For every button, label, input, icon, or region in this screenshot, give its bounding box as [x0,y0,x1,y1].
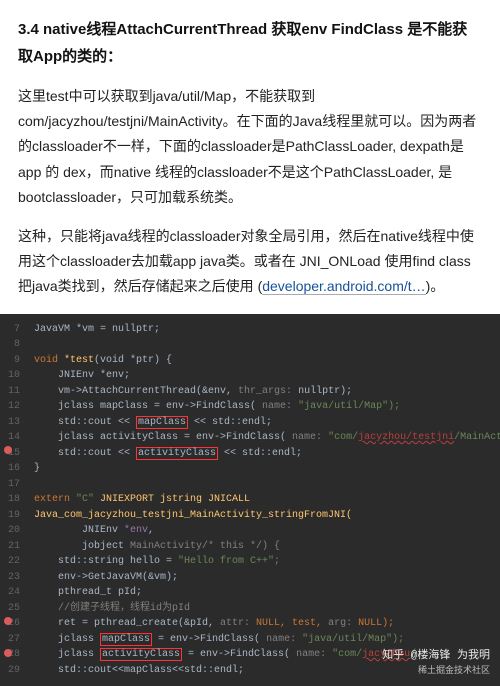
line-number: 27 [0,632,26,648]
line-number: 14 [0,430,26,446]
line-number: 11 [0,384,26,400]
line-number: 12 [0,399,26,415]
highlight-mapclass-2: mapClass [100,633,152,646]
code-source: JavaVM *vm = nullptr; void *test(void *p… [0,314,500,686]
breakpoint-icon[interactable] [4,617,12,625]
line-number: 21 [0,539,26,555]
highlight-mapclass: mapClass [136,416,188,429]
watermark: 知乎 @楼海锋 为我明稀土掘金技术社区 [382,649,490,678]
section-heading: 3.4 native线程AttachCurrentThread 获取env Fi… [18,16,482,70]
line-number: 7 [0,322,26,338]
line-number: 10 [0,368,26,384]
line-number: 29 [0,663,26,679]
line-number: 25 [0,601,26,617]
line-number: 9 [0,353,26,369]
line-number: 16 [0,461,26,477]
line-number: 20 [0,523,26,539]
line-number: 24 [0,585,26,601]
line-number: 13 [0,415,26,431]
paragraph-1: 这里test中可以获取到java/util/Map，不能获取到com/jacyz… [18,84,482,210]
line-number: 22 [0,554,26,570]
breakpoint-icon[interactable] [4,649,12,657]
line-number: 8 [0,337,26,353]
gutter: 7891011121314151617181920212223242526272… [0,322,26,679]
doc-link[interactable]: developer.android.com/t… [262,278,425,295]
line-number: 19 [0,508,26,524]
code-block: 7891011121314151617181920212223242526272… [0,314,500,686]
line-number: 23 [0,570,26,586]
line-number: 17 [0,477,26,493]
highlight-activityclass-2: activityClass [100,648,182,661]
highlight-activityclass: activityClass [136,447,218,460]
line-number: 18 [0,492,26,508]
paragraph-2: 这种，只能将java线程的classloader对象全局引用，然后在native… [18,224,482,300]
breakpoint-icon[interactable] [4,446,12,454]
